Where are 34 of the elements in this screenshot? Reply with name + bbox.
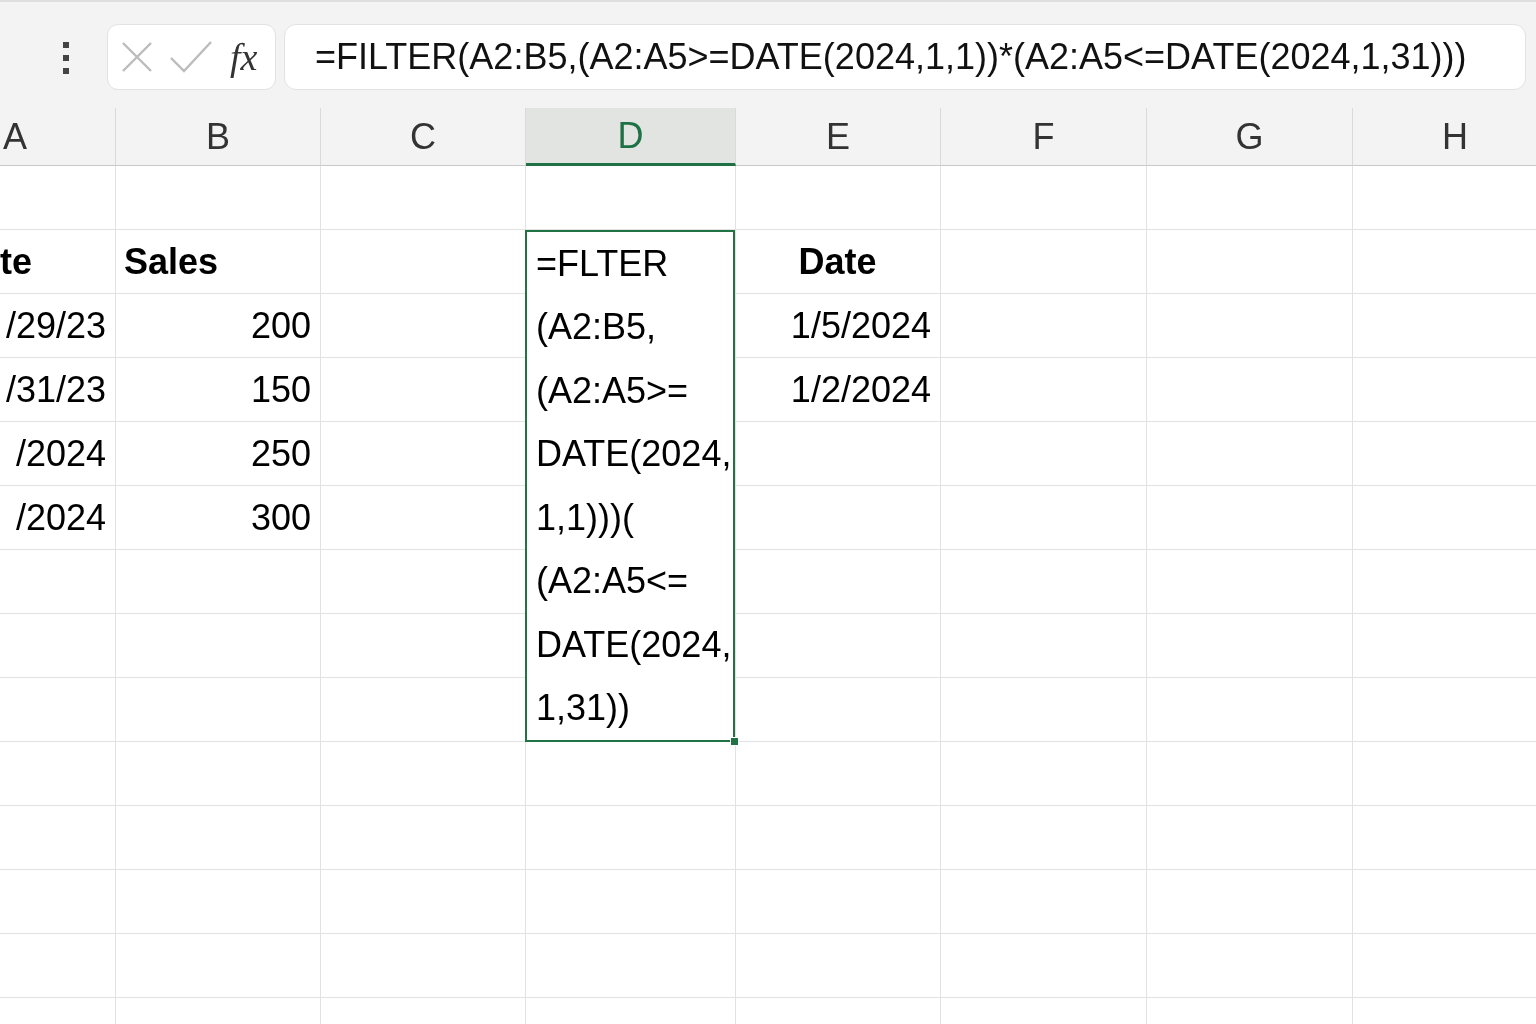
column-header[interactable]: F <box>941 108 1147 166</box>
cell-value: 300 <box>250 496 311 539</box>
fill-handle[interactable] <box>730 737 739 746</box>
cell-value: /29/23 <box>5 304 106 347</box>
cell-value: 1/5/2024 <box>790 304 931 347</box>
function-button[interactable]: fx <box>230 38 258 76</box>
heading-text: te <box>0 240 32 283</box>
cell-value: /2024 <box>15 432 106 475</box>
heading-text: Sales <box>124 240 219 283</box>
formula-line: DATE(2024, <box>536 433 732 476</box>
column-header[interactable]: C <box>321 108 526 166</box>
column-header[interactable]: A <box>0 108 116 166</box>
more-icon[interactable] <box>63 42 69 74</box>
heading-text: Date <box>798 240 877 283</box>
formula-line: 1,31)) <box>536 687 631 730</box>
formula-line: (A2:A5<= <box>536 560 689 603</box>
cell-value: /31/23 <box>5 368 106 411</box>
column-header[interactable]: E <box>736 108 941 166</box>
formula-field[interactable]: =FILTER(A2:B5,(A2:A5>=DATE(2024,1,1))*(A2:A5<=DATE(2024,1,31))) <box>284 24 1526 90</box>
formula-line: =FLTER <box>536 242 669 285</box>
cell-value: 1/2/2024 <box>790 368 931 411</box>
cell-value: 200 <box>250 304 311 347</box>
column-header[interactable]: D <box>526 108 736 166</box>
cell-value: 250 <box>250 432 311 475</box>
column-header[interactable]: G <box>1147 108 1353 166</box>
column-header[interactable]: B <box>116 108 321 166</box>
column-header[interactable]: H <box>1353 108 1536 166</box>
cell-value: 150 <box>250 368 311 411</box>
cell-value: /2024 <box>15 496 106 539</box>
formula-line: (A2:B5, <box>536 306 657 349</box>
check-icon[interactable] <box>170 41 212 73</box>
formula-line: 1,1)))( <box>536 496 634 539</box>
formula-line: DATE(2024, <box>536 623 732 666</box>
formula-line: (A2:A5>= <box>536 369 689 412</box>
